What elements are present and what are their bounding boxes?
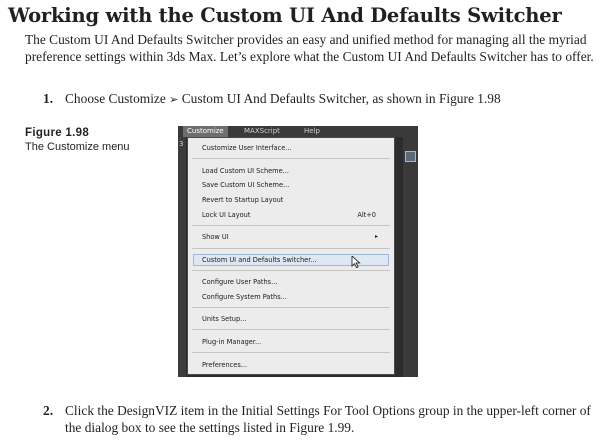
step-2-number: 2. [43,403,54,418]
menu-item-show-ui[interactable]: Show UI ▸ [202,231,382,243]
left-edge-glyph: 3 [179,140,184,148]
toolbar-right-edge [403,137,418,377]
toolbar-button-icon[interactable] [405,151,416,162]
menu-item-lock-ui-layout[interactable]: Lock UI Layout Alt+0 [202,209,382,221]
menu-customize[interactable]: Customize [183,126,228,137]
section-heading: Working with the Custom UI And Defaults … [8,4,562,27]
menu-item-label: Show UI [202,233,229,241]
menu-separator [192,352,390,353]
step-2-text: Click the DesignVIZ item in the Initial … [65,403,591,436]
menu-item-save-custom-ui-scheme[interactable]: Save Custom UI Scheme... [202,179,382,191]
menu-item-load-custom-ui-scheme[interactable]: Load Custom UI Scheme... [202,165,382,177]
step-2: 2. Click the DesignVIZ item in the Initi… [43,402,593,437]
step-1-text: Choose Customize ➢ Custom UI And Default… [65,90,593,108]
menu-item-configure-user-paths[interactable]: Configure User Paths... [202,276,382,288]
menu-separator [192,329,390,330]
mouse-cursor-icon [351,256,361,268]
viewport-left-edge: 3 [178,137,186,377]
menu-item-plug-in-manager[interactable]: Plug-in Manager... [202,336,382,348]
menu-item-units-setup[interactable]: Units Setup... [202,313,382,325]
menu-help[interactable]: Help [304,127,320,136]
customize-dropdown-menu: Customize User Interface... Load Custom … [187,137,395,375]
figure-label: Figure 1.98 The Customize menu [25,126,165,154]
menu-item-label: Lock UI Layout [202,211,251,219]
figure-number: Figure 1.98 [25,127,90,139]
menu-bar: Customize MAXScript Help [178,126,418,137]
intro-paragraph: The Custom UI And Defaults Switcher prov… [25,32,594,65]
menu-item-shortcut: Alt+0 [357,211,376,219]
customize-menu-screenshot: Customize MAXScript Help 3 Customize Use… [178,126,418,377]
menu-item-revert-to-startup-layout[interactable]: Revert to Startup Layout [202,194,382,206]
menu-path-arrow-icon: ➢ [169,93,179,106]
submenu-arrow-icon: ▸ [374,233,378,240]
step-1: 1. Choose Customize ➢ Custom UI And Defa… [43,90,593,108]
menu-separator [192,248,390,249]
menu-separator [192,158,390,159]
step-1-text-after: Custom UI And Defaults Switcher, as show… [181,91,501,106]
menu-item-customize-user-interface[interactable]: Customize User Interface... [202,142,382,154]
step-1-text-before: Choose Customize [65,91,166,106]
figure-caption: The Customize menu [25,141,130,153]
menu-item-configure-system-paths[interactable]: Configure System Paths... [202,291,382,303]
menu-separator [192,307,390,308]
menu-separator [192,225,390,226]
menu-separator [192,270,390,271]
menu-maxscript[interactable]: MAXScript [244,127,280,136]
menu-item-preferences[interactable]: Preferences... [202,359,382,371]
step-1-number: 1. [43,91,54,106]
